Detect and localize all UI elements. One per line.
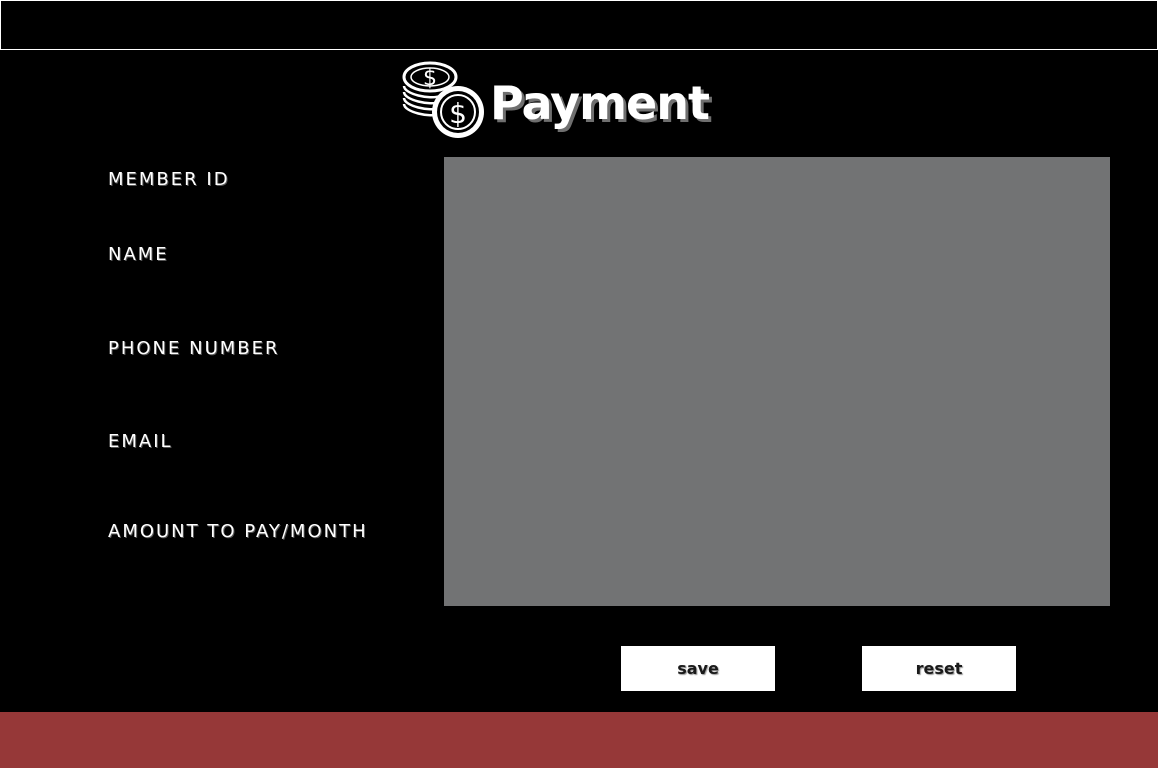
header: $ $ Payment: [400, 60, 710, 140]
reset-button[interactable]: reset: [862, 646, 1016, 691]
svg-text:$: $: [449, 97, 467, 130]
form-input-panel[interactable]: [444, 157, 1110, 606]
amount-label: AMOUNT TO PAY/MONTH: [108, 521, 368, 542]
name-label: NAME: [108, 244, 169, 265]
email-label: EMAIL: [108, 431, 173, 452]
top-bar: [0, 0, 1158, 50]
save-button[interactable]: save: [621, 646, 775, 691]
svg-text:$: $: [423, 66, 437, 91]
payment-page: $ $ Payment MEMBER ID NAME PHONE NUMBER …: [0, 0, 1158, 768]
member-id-label: MEMBER ID: [108, 169, 230, 190]
coins-dollar-icon: $ $: [400, 60, 486, 140]
page-title: Payment: [490, 76, 710, 130]
footer-bar: [0, 712, 1158, 768]
phone-number-label: PHONE NUMBER: [108, 338, 280, 359]
